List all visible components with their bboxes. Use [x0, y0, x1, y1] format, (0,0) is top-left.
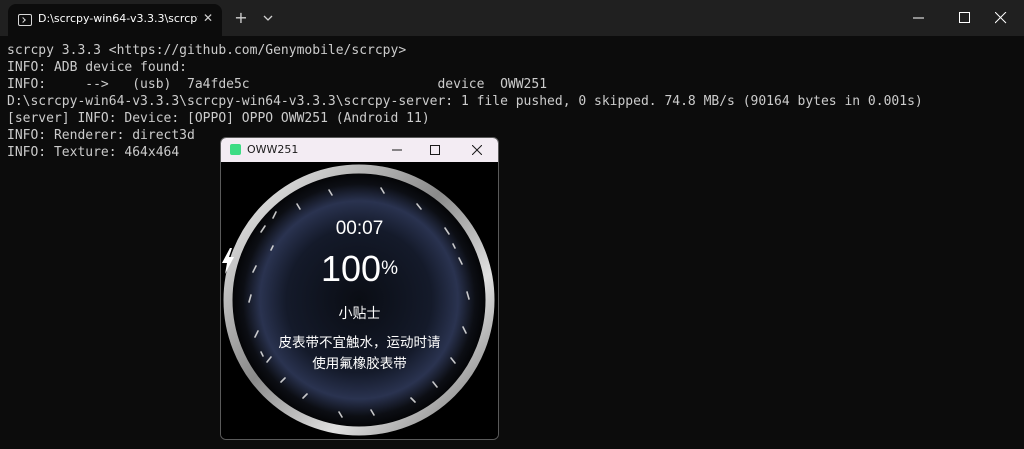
scrcpy-titlebar[interactable]: OWW251 — [221, 138, 498, 162]
terminal-line: INFO: --> (usb) 7a4fde5c device OWW251 — [7, 77, 548, 92]
terminal-line: D:\scrcpy-win64-v3.3.3\scrcpy-win64-v3.3… — [7, 94, 923, 109]
battery-percent: 100 — [321, 248, 382, 289]
scrcpy-close-button[interactable] — [458, 138, 496, 162]
terminal-line: INFO: Renderer: direct3d — [7, 128, 195, 143]
terminal-line: scrcpy 3.3.3 <https://github.com/Genymob… — [7, 43, 407, 58]
watch-bezel-graphic — [223, 164, 495, 436]
minimize-button[interactable] — [896, 0, 942, 36]
tab-dropdown-button[interactable] — [258, 9, 278, 27]
tab-title: D:\scrcpy-win64-v3.3.3\scrcpy — [38, 12, 198, 25]
lightning-bolt-icon — [222, 248, 234, 274]
new-tab-button[interactable]: + — [232, 9, 250, 27]
chevron-down-icon — [263, 15, 273, 21]
tip-text-line-1: 皮表带不宜触水，运动时请 — [278, 335, 441, 351]
close-icon — [995, 12, 1007, 24]
tip-title: 小贴士 — [338, 306, 381, 322]
android-icon — [230, 144, 241, 155]
watch-time: 00:07 — [335, 218, 384, 239]
scrcpy-maximize-button[interactable] — [416, 138, 454, 162]
scrcpy-window-title: OWW251 — [247, 143, 299, 156]
terminal-icon — [18, 14, 32, 26]
battery-unit: % — [381, 258, 398, 279]
scrcpy-minimize-button[interactable] — [378, 138, 416, 162]
terminal-line: INFO: ADB device found: — [7, 60, 188, 75]
terminal-output[interactable]: scrcpy 3.3.3 <https://github.com/Genymob… — [7, 42, 1017, 161]
maximize-icon — [430, 145, 440, 155]
minimize-icon — [913, 17, 924, 19]
close-icon — [472, 145, 482, 155]
terminal-line: INFO: Texture: 464x464 — [7, 145, 180, 160]
tab-scrcpy[interactable]: D:\scrcpy-win64-v3.3.3\scrcpy ✕ — [8, 4, 222, 36]
tip-text-line-2: 使用氟橡胶表带 — [312, 356, 407, 372]
terminal-line: [server] INFO: Device: [OPPO] OPPO OWW25… — [7, 111, 430, 126]
tab-close-icon[interactable]: ✕ — [200, 10, 216, 26]
scrcpy-window[interactable]: OWW251 00:07 100% 小贴士 皮表带不宜触水，运动时请 使用氟橡胶… — [220, 137, 499, 440]
close-button[interactable] — [978, 0, 1024, 36]
terminal-titlebar: D:\scrcpy-win64-v3.3.3\scrcpy ✕ + — [0, 0, 1024, 36]
minimize-icon — [392, 149, 402, 151]
battery-level: 100% — [221, 248, 498, 290]
watch-screen[interactable]: 00:07 100% 小贴士 皮表带不宜触水，运动时请 使用氟橡胶表带 — [221, 162, 498, 439]
maximize-icon — [959, 12, 970, 23]
